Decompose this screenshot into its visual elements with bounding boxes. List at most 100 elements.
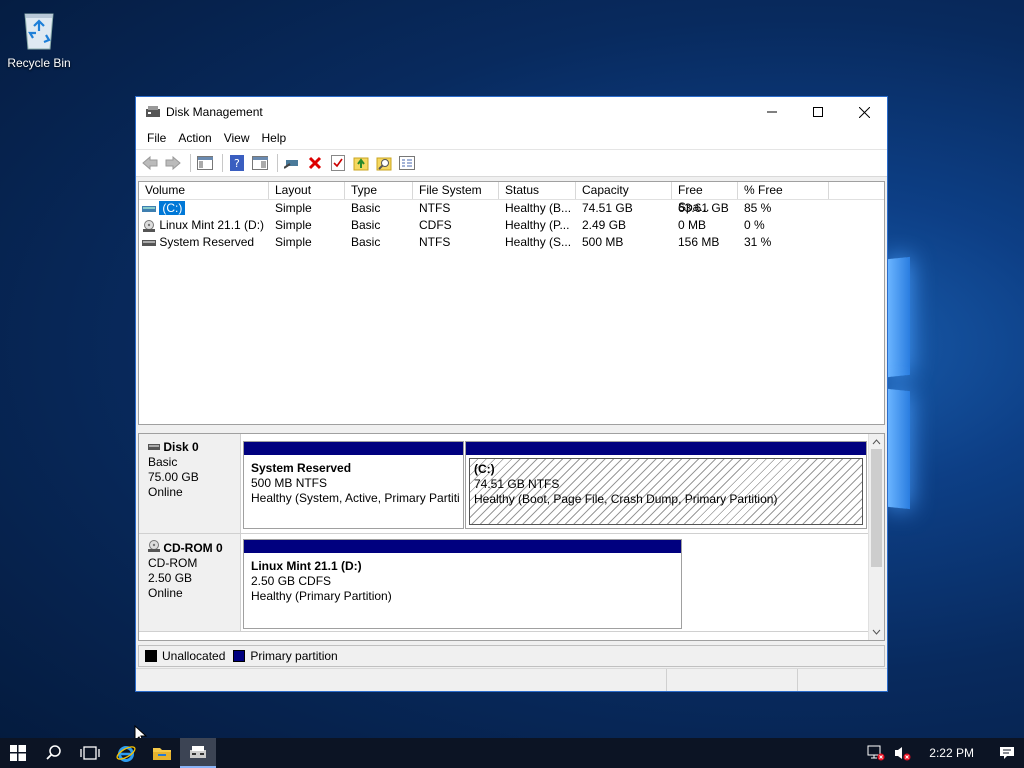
action-center-button[interactable] [990,738,1024,768]
disk-management-app-icon [146,106,160,117]
partition-name: System Reserved [251,461,352,475]
forward-button[interactable] [163,153,183,173]
table-row[interactable]: (C:) Simple Basic NTFS Healthy (B... 74.… [139,200,884,217]
volume-cell: Linux Mint 21.1 (D:) [139,217,269,234]
properties-button[interactable] [250,153,270,173]
column-header-layout[interactable]: Layout [269,182,345,199]
disk-0-name: Disk 0 [163,440,199,454]
column-header-percent-free[interactable]: % Free [738,182,829,199]
scrollbar-thumb[interactable] [871,449,882,567]
minimize-icon [767,111,777,113]
capacity-cell: 500 MB [582,235,624,249]
import-icon [353,157,369,171]
volume-name: Linux Mint 21.1 (D:) [159,218,265,232]
scroll-down-icon[interactable] [869,626,884,638]
layout-cell: Simple [275,218,312,232]
disk-0-size: 75.00 GB [148,470,199,484]
close-button[interactable] [841,97,887,127]
column-header-capacity[interactable]: Capacity [576,182,672,199]
file-system-cell: NTFS [419,201,451,215]
show-hide-console-tree-button[interactable] [195,153,215,173]
delete-icon [308,156,322,170]
task-view-icon [80,746,100,760]
maximize-button[interactable] [795,97,841,127]
table-row[interactable]: Linux Mint 21.1 (D:) Simple Basic CDFS H… [139,217,884,234]
disk-0-row: Disk 0 Basic 75.00 GB Online System Rese… [139,434,871,534]
type-cell: Basic [351,201,381,215]
partition-status: Healthy (Primary Partition) [251,589,392,603]
search-taskbar-button[interactable] [36,738,72,768]
network-disconnected-icon[interactable] [867,745,885,761]
file-system-cell: NTFS [419,235,451,249]
internet-explorer-taskbar-button[interactable] [108,738,144,768]
disk-management-taskbar-button[interactable] [180,738,216,768]
type-cell: Basic [351,218,381,232]
search-button[interactable] [374,153,394,173]
capacity-cell: 74.51 GB [582,201,633,215]
start-button[interactable] [0,738,36,768]
toolbar-separator [222,154,223,172]
primary-partition-bar [466,442,866,455]
minimize-button[interactable] [749,97,795,127]
layout-cell: Simple [275,201,312,215]
clock[interactable]: 2:22 PM [929,746,974,760]
title-bar[interactable]: Disk Management [136,97,887,127]
c-drive-partition[interactable]: (C:) 74.51 GB NTFS Healthy (Boot, Page F… [465,441,867,529]
settings-button[interactable] [397,153,417,173]
legend-unallocated: Unallocated [162,649,226,663]
cdrom-0-label[interactable]: CD-ROM 0 CD-ROM 2.50 GB Online [139,534,241,631]
disk-management-icon [190,746,206,758]
menu-help[interactable]: Help [256,131,293,145]
help-button[interactable]: ? [227,153,247,173]
task-view-button[interactable] [72,738,108,768]
partition-size: 74.51 GB NTFS [474,477,560,491]
disk-icon [148,444,160,450]
disk-0-label[interactable]: Disk 0 Basic 75.00 GB Online [139,434,241,533]
partition-size: 500 MB NTFS [251,476,328,490]
check-button[interactable] [328,153,348,173]
system-tray: 2:22 PM [867,738,1024,768]
table-row[interactable]: System Reserved Simple Basic NTFS Health… [139,234,884,251]
cd-drive-icon [143,219,155,232]
volume-name: System Reserved [159,235,255,249]
windows-start-icon [10,745,26,761]
vertical-scrollbar[interactable] [868,434,884,640]
back-icon [142,156,158,170]
settings-icon [399,156,415,170]
volume-muted-icon[interactable] [893,745,911,761]
free-space-cell: 0 MB [678,218,707,232]
column-header-free-space[interactable]: Free Spa... [672,182,738,214]
column-header-status[interactable]: Status [499,182,576,199]
primary-partition-bar [244,540,681,553]
recycle-bin-desktop-icon[interactable]: Recycle Bin [6,8,72,70]
back-button[interactable] [140,153,160,173]
legend: Unallocated Primary partition [138,645,885,667]
system-reserved-partition[interactable]: System Reserved 500 MB NTFS Healthy (Sys… [243,441,464,529]
menu-view[interactable]: View [218,131,256,145]
linux-mint-partition[interactable]: Linux Mint 21.1 (D:) 2.50 GB CDFS Health… [243,539,682,629]
column-header-type[interactable]: Type [345,182,413,199]
check-icon [331,155,345,171]
file-explorer-taskbar-button[interactable] [144,738,180,768]
disk-graphical-view[interactable]: Disk 0 Basic 75.00 GB Online System Rese… [138,433,885,641]
volume-name: (C:) [159,201,186,215]
import-button[interactable] [351,153,371,173]
partition-status: Healthy (Boot, Page File, Crash Dump, Pr… [474,492,778,506]
delete-button[interactable] [305,153,325,173]
toolbar-separator [190,154,191,172]
notifications-icon [1000,747,1014,759]
column-header-file-system[interactable]: File System [413,182,499,199]
status-cell: Healthy (S... [505,235,572,249]
partition-size: 2.50 GB CDFS [251,574,332,588]
status-cell: Healthy (P... [505,218,570,232]
connect-virtual-disk-button[interactable] [282,153,302,173]
menu-action[interactable]: Action [172,131,217,145]
scroll-up-icon[interactable] [869,436,884,448]
menu-file[interactable]: File [141,131,172,145]
toolbar-separator [277,154,278,172]
volume-list[interactable]: Volume Layout Type File System Status Ca… [138,181,885,425]
disk-management-window[interactable]: Disk Management File Action View Help ? [135,96,888,692]
column-header-volume[interactable]: Volume [139,182,269,199]
status-bar-pane [798,669,887,691]
search-icon [376,157,392,171]
